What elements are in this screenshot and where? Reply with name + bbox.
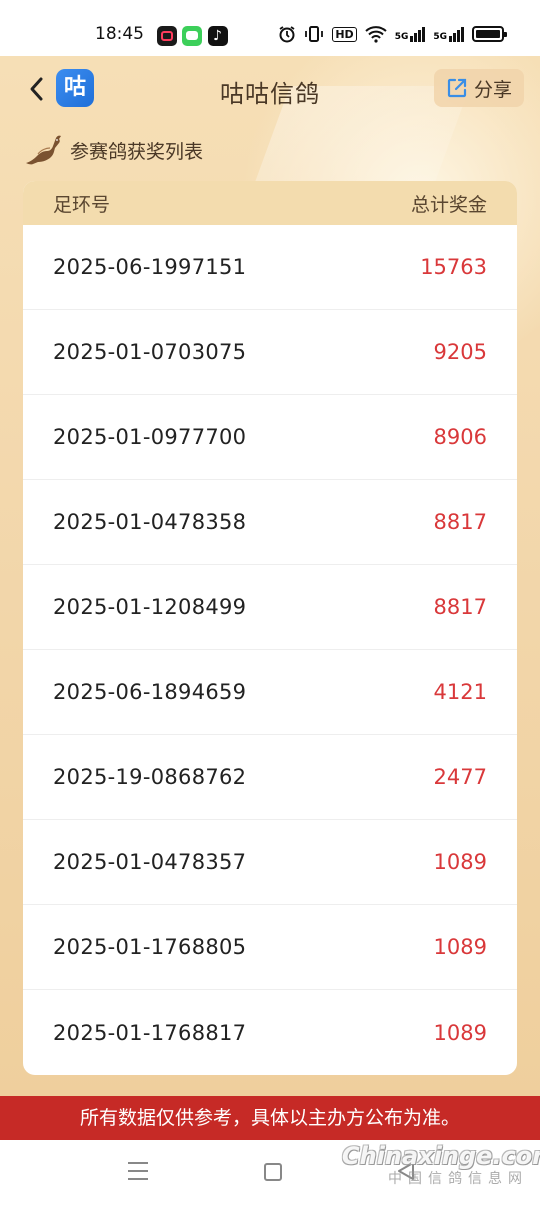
- disclaimer-banner: 所有数据仅供参考，具体以主办方公布为准。: [0, 1096, 540, 1140]
- signal-2-icon: 5G: [433, 26, 464, 42]
- vibrate-icon: [305, 26, 324, 42]
- status-time: 18:45: [95, 24, 144, 44]
- screen-record-app-icon: [157, 26, 177, 46]
- ring-number: 2025-01-1768805: [53, 935, 247, 959]
- back-nav-button[interactable]: [395, 1160, 417, 1182]
- ring-number: 2025-01-1208499: [53, 595, 247, 619]
- table-row[interactable]: 2025-01-1768817 1089: [23, 990, 517, 1075]
- ring-number: 2025-01-0977700: [53, 425, 247, 449]
- prize-table: 足环号 总计奖金 2025-06-1997151 15763 2025-01-0…: [23, 181, 517, 1075]
- table-header: 足环号 总计奖金: [23, 181, 517, 225]
- ring-number: 2025-01-1768817: [53, 1020, 247, 1045]
- header: 咕 咕咕信鸽 分享: [0, 56, 540, 126]
- alarm-icon: [279, 26, 295, 43]
- table-row[interactable]: 2025-01-0703075 9205: [23, 310, 517, 395]
- table-row[interactable]: 2025-01-1208499 8817: [23, 565, 517, 650]
- pigeon-icon: [26, 135, 61, 165]
- system-nav-bar: [0, 1140, 540, 1206]
- home-button[interactable]: [264, 1163, 282, 1181]
- prize-amount: 1089: [433, 1020, 487, 1045]
- prize-amount: 9205: [433, 340, 487, 364]
- signal-1-label: 5G: [394, 31, 409, 42]
- ring-number: 2025-06-1894659: [53, 680, 247, 704]
- signal-1-icon: 5G: [394, 26, 426, 42]
- share-button[interactable]: 分享: [434, 69, 524, 107]
- section-title: 参赛鸽获奖列表: [70, 140, 204, 163]
- ring-number: 2025-06-1997151: [53, 255, 247, 279]
- table-row[interactable]: 2025-01-1768805 1089: [23, 905, 517, 990]
- hd-icon: HD: [332, 26, 357, 42]
- table-row[interactable]: 2025-06-1997151 15763: [23, 225, 517, 310]
- ring-number: 2025-19-0868762: [53, 765, 247, 789]
- prize-amount: 1089: [433, 935, 487, 959]
- prize-amount: 8817: [433, 510, 487, 534]
- table-row[interactable]: 2025-19-0868762 2477: [23, 735, 517, 820]
- prize-amount: 2477: [433, 765, 487, 789]
- ring-number: 2025-01-0703075: [53, 340, 247, 364]
- page-background: 咕 咕咕信鸽 分享 参赛鸽获奖列表 足环号 总计奖金 2025-06-19971…: [0, 56, 540, 1096]
- battery-icon: [472, 26, 507, 42]
- prize-amount: 8906: [433, 425, 487, 449]
- table-row[interactable]: 2025-01-0977700 8906: [23, 395, 517, 480]
- ring-number: 2025-01-0478358: [53, 510, 247, 534]
- prize-amount: 1089: [433, 850, 487, 874]
- tiktok-app-icon: ♪: [208, 26, 228, 46]
- share-icon: [447, 78, 467, 98]
- table-row[interactable]: 2025-01-0478358 8817: [23, 480, 517, 565]
- section-header: 参赛鸽获奖列表: [24, 134, 203, 166]
- messages-app-icon: [182, 26, 202, 46]
- prize-amount: 15763: [420, 255, 487, 279]
- status-bar: 18:45 ♪ HD 5G 5G: [0, 0, 540, 56]
- recent-apps-button[interactable]: [128, 1162, 148, 1180]
- signal-2-label: 5G: [433, 31, 447, 42]
- ring-number: 2025-01-0478357: [53, 850, 247, 874]
- prize-amount: 4121: [433, 680, 487, 704]
- column-header-prize: 总计奖金: [410, 193, 487, 216]
- table-row[interactable]: 2025-06-1894659 4121: [23, 650, 517, 735]
- table-row[interactable]: 2025-01-0478357 1089: [23, 820, 517, 905]
- wifi-icon: [365, 26, 387, 43]
- column-header-ring: 足环号: [53, 193, 111, 216]
- prize-amount: 8817: [433, 595, 487, 619]
- status-icons: HD 5G 5G: [278, 25, 507, 43]
- share-label: 分享: [473, 78, 512, 101]
